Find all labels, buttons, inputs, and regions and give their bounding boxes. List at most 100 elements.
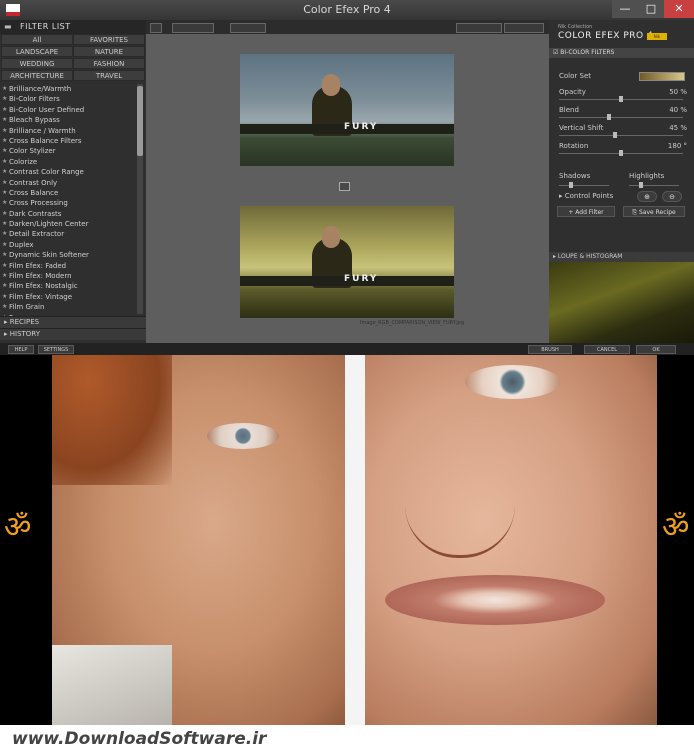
shadows-slider[interactable] — [559, 182, 609, 188]
category-favorites[interactable]: FAVORITES — [73, 34, 145, 45]
slider-track[interactable] — [559, 114, 683, 120]
single-view-button[interactable] — [150, 23, 162, 33]
favorite-star-icon[interactable]: ★ — [2, 157, 7, 167]
add-filter-button[interactable]: + Add Filter — [557, 206, 615, 217]
filter-list-item[interactable]: ★ Contrast Only — [0, 178, 136, 188]
filter-list-item[interactable]: ★ Brilliance/Warmth — [0, 84, 136, 94]
active-filter-header[interactable]: ☑ BI-COLOR FILTERS — [549, 48, 694, 58]
ok-button[interactable]: OK — [636, 345, 676, 354]
filter-list-item[interactable]: ★ Colorize — [0, 157, 136, 167]
active-filter-title: BI-COLOR FILTERS — [560, 49, 615, 56]
favorite-star-icon[interactable]: ★ — [2, 105, 7, 115]
filter-list-item[interactable]: ★ Contrast Color Range — [0, 167, 136, 177]
filter-list-item[interactable]: ★ Detail Extractor — [0, 229, 136, 239]
favorite-star-icon[interactable]: ★ — [2, 84, 7, 94]
close-button[interactable]: ✕ — [664, 0, 694, 18]
favorite-star-icon[interactable]: ★ — [2, 250, 7, 260]
favorite-star-icon[interactable]: ★ — [2, 261, 7, 271]
favorite-star-icon[interactable]: ★ — [2, 146, 7, 156]
filter-list-item[interactable]: ★ Film Grain — [0, 302, 136, 312]
category-fashion[interactable]: FASHION — [73, 58, 145, 69]
filter-list-item[interactable]: ★ Brilliance / Warmth — [0, 126, 136, 136]
category-landscape[interactable]: LANDSCAPE — [1, 46, 73, 57]
category-architecture[interactable]: ARCHITECTURE — [1, 70, 73, 81]
brand-collection: Nik Collection — [558, 24, 593, 30]
slider-knob[interactable] — [607, 114, 611, 120]
category-all[interactable]: All — [1, 34, 73, 45]
settings-button[interactable]: SETTINGS — [38, 345, 74, 354]
filter-list-item[interactable]: ★ Color Stylizer — [0, 146, 136, 156]
help-button[interactable]: HELP — [8, 345, 34, 354]
favorite-star-icon[interactable]: ★ — [2, 292, 7, 302]
filter-list-scrollbar[interactable] — [137, 84, 143, 314]
favorite-star-icon[interactable]: ★ — [2, 281, 7, 291]
preview-after-image[interactable]: FURY — [240, 206, 454, 318]
filter-list-item[interactable]: ★ Film Efex: Vintage — [0, 292, 136, 302]
favorite-star-icon[interactable]: ★ — [2, 126, 7, 136]
highlights-knob[interactable] — [639, 182, 643, 188]
favorite-star-icon[interactable]: ★ — [2, 240, 7, 250]
slider-track[interactable] — [559, 96, 683, 102]
filter-list-item[interactable]: ★ Darken/Lighten Center — [0, 219, 136, 229]
favorite-star-icon[interactable]: ★ — [2, 302, 7, 312]
split-view-button[interactable] — [172, 23, 214, 33]
filter-list-item[interactable]: ★ Bi-Color User Defined — [0, 105, 136, 115]
maximize-button[interactable]: □ — [638, 0, 664, 18]
favorite-star-icon[interactable]: ★ — [2, 188, 7, 198]
favorite-star-icon[interactable]: ★ — [2, 136, 7, 146]
checkbox-icon[interactable]: ☑ — [549, 49, 560, 56]
slider-knob[interactable] — [619, 150, 623, 156]
category-nature[interactable]: NATURE — [73, 46, 145, 57]
remove-control-point-button[interactable]: ⊖ — [662, 191, 682, 202]
swap-view-icon[interactable] — [339, 182, 350, 191]
zoom-dropdown[interactable] — [456, 23, 502, 33]
loupe-header[interactable]: ▸ LOUPE & HISTOGRAM — [549, 252, 694, 262]
recipes-section[interactable]: ▸ RECIPES — [0, 316, 146, 328]
highlights-slider[interactable] — [629, 182, 679, 188]
favorite-star-icon[interactable]: ★ — [2, 271, 7, 281]
history-section[interactable]: ▸ HISTORY — [0, 328, 146, 340]
color-set-dropdown[interactable] — [639, 72, 685, 81]
loupe-preview[interactable] — [549, 262, 694, 343]
filter-list-item[interactable]: ★ Film Efex: Modern — [0, 271, 136, 281]
preview-before-image[interactable]: FURY — [240, 54, 454, 166]
favorite-star-icon[interactable]: ★ — [2, 178, 7, 188]
minimize-button[interactable]: — — [612, 0, 638, 18]
brush-button[interactable]: BRUSH — [528, 345, 572, 354]
filter-list-item[interactable]: ★ Film Efex: Nostalgic — [0, 281, 136, 291]
filter-list-item[interactable]: ★ Duplex — [0, 240, 136, 250]
filter-list-item[interactable]: ★ Cross Balance Filters — [0, 136, 136, 146]
background-toggle[interactable] — [504, 23, 544, 33]
filter-name: Cross Balance Filters — [9, 136, 82, 145]
scrollbar-thumb[interactable] — [137, 86, 143, 156]
add-control-point-button[interactable]: ⊕ — [637, 191, 657, 202]
control-points-label: Control Points — [564, 192, 614, 200]
category-travel[interactable]: TRAVEL — [73, 70, 145, 81]
filter-list-header[interactable]: ▬ FILTER LIST — [0, 20, 146, 34]
compare-button[interactable] — [230, 23, 266, 33]
recipes-icon: ▸ — [4, 318, 10, 326]
category-wedding[interactable]: WEDDING — [1, 58, 73, 69]
shadows-knob[interactable] — [569, 182, 573, 188]
favorite-star-icon[interactable]: ★ — [2, 229, 7, 239]
filter-list-item[interactable]: ★ Film Efex: Faded — [0, 261, 136, 271]
favorite-star-icon[interactable]: ★ — [2, 115, 7, 125]
favorite-star-icon[interactable]: ★ — [2, 167, 7, 177]
barrel-text: FURY — [344, 122, 379, 132]
filter-list-item[interactable]: ★ Cross Balance — [0, 188, 136, 198]
favorite-star-icon[interactable]: ★ — [2, 94, 7, 104]
filter-list-item[interactable]: ★ Bi-Color Filters — [0, 94, 136, 104]
favorite-star-icon[interactable]: ★ — [2, 219, 7, 229]
filter-list-item[interactable]: ★ Dark Contrasts — [0, 209, 136, 219]
filter-list-item[interactable]: ★ Bleach Bypass — [0, 115, 136, 125]
slider-track[interactable] — [559, 132, 683, 138]
save-recipe-button[interactable]: ⎘ Save Recipe — [623, 206, 685, 217]
filter-list-item[interactable]: ★ Cross Processing — [0, 198, 136, 208]
slider-knob[interactable] — [619, 96, 623, 102]
slider-track[interactable] — [559, 150, 683, 156]
filter-list-item[interactable]: ★ Dynamic Skin Softener — [0, 250, 136, 260]
cancel-button[interactable]: CANCEL — [584, 345, 630, 354]
slider-knob[interactable] — [613, 132, 617, 138]
favorite-star-icon[interactable]: ★ — [2, 209, 7, 219]
favorite-star-icon[interactable]: ★ — [2, 198, 7, 208]
